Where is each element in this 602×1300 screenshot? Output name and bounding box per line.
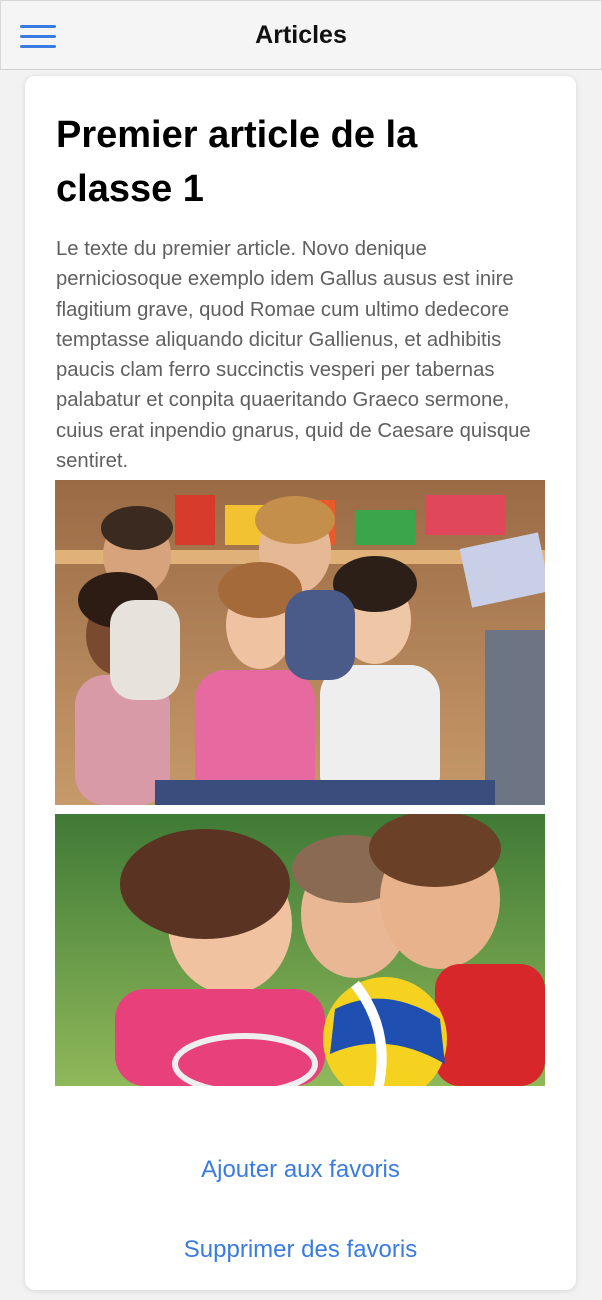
- app-header: Articles: [0, 0, 602, 70]
- page-title: Articles: [255, 21, 347, 49]
- article-title: Premier article de la classe 1: [56, 114, 418, 210]
- add-to-favorites-button[interactable]: Ajouter aux favoris: [25, 1156, 576, 1184]
- article-card: Premier article de la classe 1 Le texte …: [25, 76, 576, 1290]
- remove-from-favorites-button[interactable]: Supprimer des favoris: [25, 1236, 576, 1264]
- article-image-classroom-children: [55, 480, 545, 805]
- article-image-children-with-ball: [55, 814, 545, 1086]
- article-body: Le texte du premier article. Novo deniqu…: [56, 238, 531, 473]
